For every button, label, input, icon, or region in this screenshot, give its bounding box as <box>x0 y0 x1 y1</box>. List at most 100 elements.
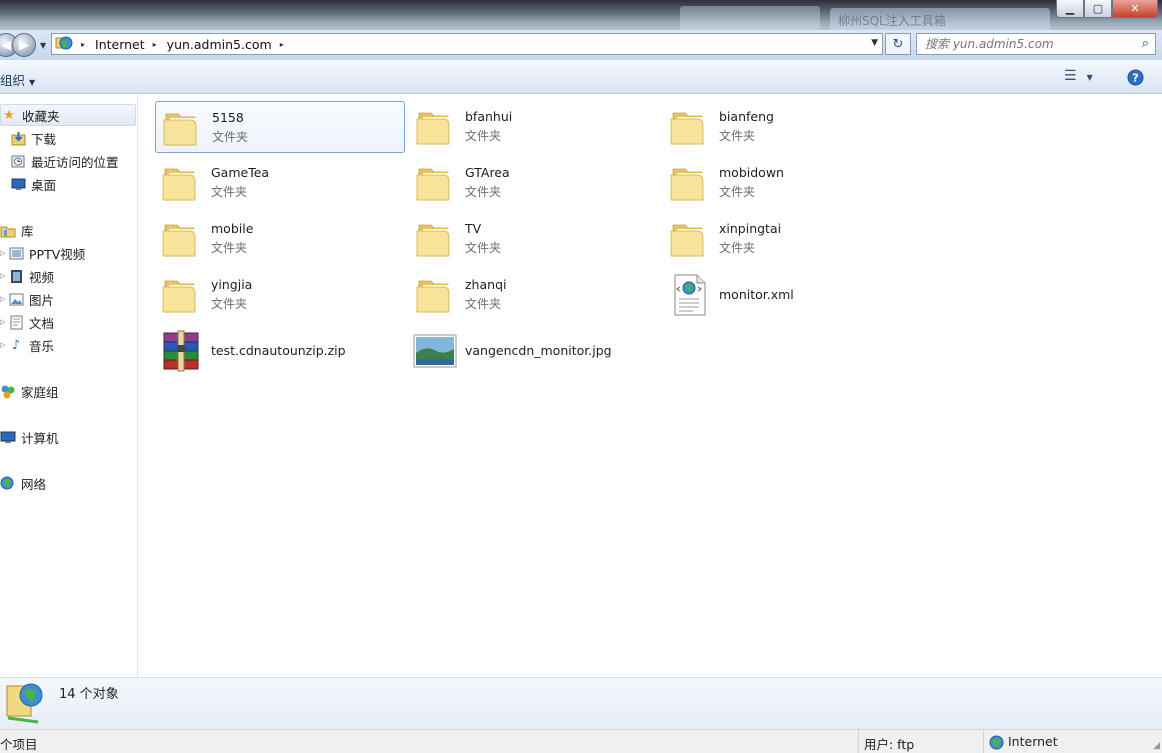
nav-libraries-label: 库 <box>21 223 34 239</box>
close-button[interactable]: ✕ <box>1112 0 1158 18</box>
status-user: 用户: ftp <box>858 730 914 753</box>
folder-item[interactable]: 5158 文件夹 <box>155 101 405 153</box>
nav-documents[interactable]: ▷ 文档 <box>0 311 54 333</box>
folder-item[interactable]: bfanhui 文件夹 <box>409 101 659 153</box>
minimize-button[interactable]: ▁ <box>1056 0 1084 18</box>
forward-button[interactable]: ▶ <box>12 33 36 57</box>
nav-favorites[interactable]: ★ 收藏夹 <box>0 104 136 126</box>
breadcrumb-separator-icon[interactable]: ▸ <box>81 40 85 49</box>
background-window-title: 柳州SQL注入工具箱 <box>838 14 946 28</box>
nav-recent-places-label: 最近访问的位置 <box>31 154 119 170</box>
file-list: 5158 文件夹 bfanhui 文件夹 bianfeng 文件夹 GameTea 文件夹 GT… <box>139 95 1162 677</box>
address-bar[interactable]: ▸ Internet ▸ yun.admin5.com ▸ ▼ <box>51 33 883 55</box>
file-name: test.cdnautounzip.zip <box>211 343 346 358</box>
view-options-icon: ☰ <box>1064 68 1077 84</box>
organize-button[interactable]: 组织 ▼ <box>0 70 35 89</box>
chevron-down-icon: ▼ <box>29 78 36 87</box>
file-item[interactable]: test.cdnautounzip.zip <box>155 325 405 377</box>
nav-videos-label: 视频 <box>29 269 55 285</box>
search-box[interactable]: ⌕ <box>916 33 1156 55</box>
desktop-icon <box>10 176 26 192</box>
folder-item[interactable]: bianfeng 文件夹 <box>663 101 913 153</box>
folder-item[interactable]: TV 文件夹 <box>409 213 659 265</box>
file-name: mobile <box>211 221 254 236</box>
background-window-b: 柳州SQL注入工具箱 <box>830 8 1050 32</box>
folder-item[interactable]: mobile 文件夹 <box>155 213 405 265</box>
file-type: 文件夹 <box>212 130 249 144</box>
nav-desktop[interactable]: 桌面 <box>10 173 56 195</box>
breadcrumb-item-internet[interactable]: Internet <box>95 37 145 52</box>
folder-item[interactable]: yingjia 文件夹 <box>155 269 405 321</box>
image-file-icon <box>413 334 457 368</box>
file-name: vangencdn_monitor.jpg <box>465 343 612 358</box>
forward-arrow-icon: ▶ <box>19 37 29 53</box>
folder-item[interactable]: zhanqi 文件夹 <box>409 269 659 321</box>
status-item-count: 个项目 <box>0 737 38 752</box>
folder-item[interactable]: mobidown 文件夹 <box>663 157 913 209</box>
file-type: 文件夹 <box>719 129 756 143</box>
nav-network[interactable]: 网络 <box>0 472 46 494</box>
recent-pages-dropdown[interactable]: ▼ <box>40 41 46 50</box>
folder-icon <box>416 280 450 313</box>
status-bar: 个项目 用户: ftp Internet ◢ <box>0 729 1162 753</box>
music-icon: ♪ <box>11 337 21 353</box>
change-view-button[interactable]: ☰ ▼ <box>1064 68 1093 84</box>
folder-icon <box>162 168 196 201</box>
nav-documents-label: 文档 <box>29 315 55 331</box>
search-input[interactable] <box>917 34 1127 54</box>
nav-pptv-video[interactable]: ▷ PPTV视频 <box>0 242 85 264</box>
breadcrumb-separator-icon[interactable]: ▸ <box>280 40 284 49</box>
breadcrumb-separator-icon[interactable]: ▸ <box>153 40 157 49</box>
nav-desktop-label: 桌面 <box>31 177 57 193</box>
nav-pictures[interactable]: ▷ 图片 <box>0 288 54 310</box>
nav-music-label: 音乐 <box>29 338 55 354</box>
folder-icon <box>416 224 450 257</box>
file-type: 文件夹 <box>211 297 248 311</box>
nav-computer[interactable]: 计算机 <box>0 426 59 448</box>
folder-icon <box>162 280 196 313</box>
file-name: 5158 <box>212 110 244 125</box>
resize-grip-icon[interactable]: ◢ <box>1153 741 1160 751</box>
file-item[interactable]: monitor.xml <box>663 269 913 321</box>
nav-libraries[interactable]: 库 <box>0 219 34 241</box>
file-name: bianfeng <box>719 109 774 124</box>
nav-pictures-label: 图片 <box>29 292 55 308</box>
network-icon <box>0 475 16 491</box>
search-icon[interactable]: ⌕ <box>1142 36 1149 51</box>
expand-icon[interactable]: ▷ <box>0 341 8 349</box>
xml-file-icon <box>674 274 706 316</box>
expand-icon[interactable]: ▷ <box>0 295 8 303</box>
internet-globe-icon <box>55 36 73 50</box>
file-item[interactable]: vangencdn_monitor.jpg <box>409 325 659 377</box>
documents-icon <box>8 314 24 330</box>
refresh-button[interactable]: ↻ <box>885 33 911 55</box>
folder-item[interactable]: GameTea 文件夹 <box>155 157 405 209</box>
expand-icon[interactable]: ▷ <box>0 318 8 326</box>
file-type: 文件夹 <box>465 129 502 143</box>
star-icon: ★ <box>3 107 15 123</box>
file-type: 文件夹 <box>211 185 248 199</box>
file-name: zhanqi <box>465 277 507 292</box>
expand-icon[interactable]: ▷ <box>0 249 8 257</box>
maximize-button[interactable]: ▢ <box>1084 0 1112 18</box>
file-type: 文件夹 <box>719 241 756 255</box>
nav-homegroup[interactable]: 家庭组 <box>0 380 59 402</box>
folder-item[interactable]: GTArea 文件夹 <box>409 157 659 209</box>
computer-icon <box>0 429 16 445</box>
address-dropdown-icon[interactable]: ▼ <box>871 38 878 48</box>
file-type: 文件夹 <box>211 241 248 255</box>
file-name: monitor.xml <box>719 287 794 302</box>
chevron-down-icon: ▼ <box>1086 73 1093 82</box>
help-icon[interactable]: ? <box>1127 69 1144 86</box>
folder-item[interactable]: xinpingtai 文件夹 <box>663 213 913 265</box>
folder-icon <box>670 224 704 257</box>
file-name: GameTea <box>211 165 270 180</box>
nav-recent-places[interactable]: 最近访问的位置 <box>10 150 119 172</box>
folder-icon <box>416 112 450 145</box>
nav-downloads-label: 下载 <box>31 131 57 147</box>
nav-music[interactable]: ▷ ♪ 音乐 <box>0 334 54 356</box>
nav-videos[interactable]: ▷ 视频 <box>0 265 54 287</box>
breadcrumb-item-host[interactable]: yun.admin5.com <box>167 37 272 52</box>
nav-downloads[interactable]: 下载 <box>10 127 56 149</box>
expand-icon[interactable]: ▷ <box>0 272 8 280</box>
